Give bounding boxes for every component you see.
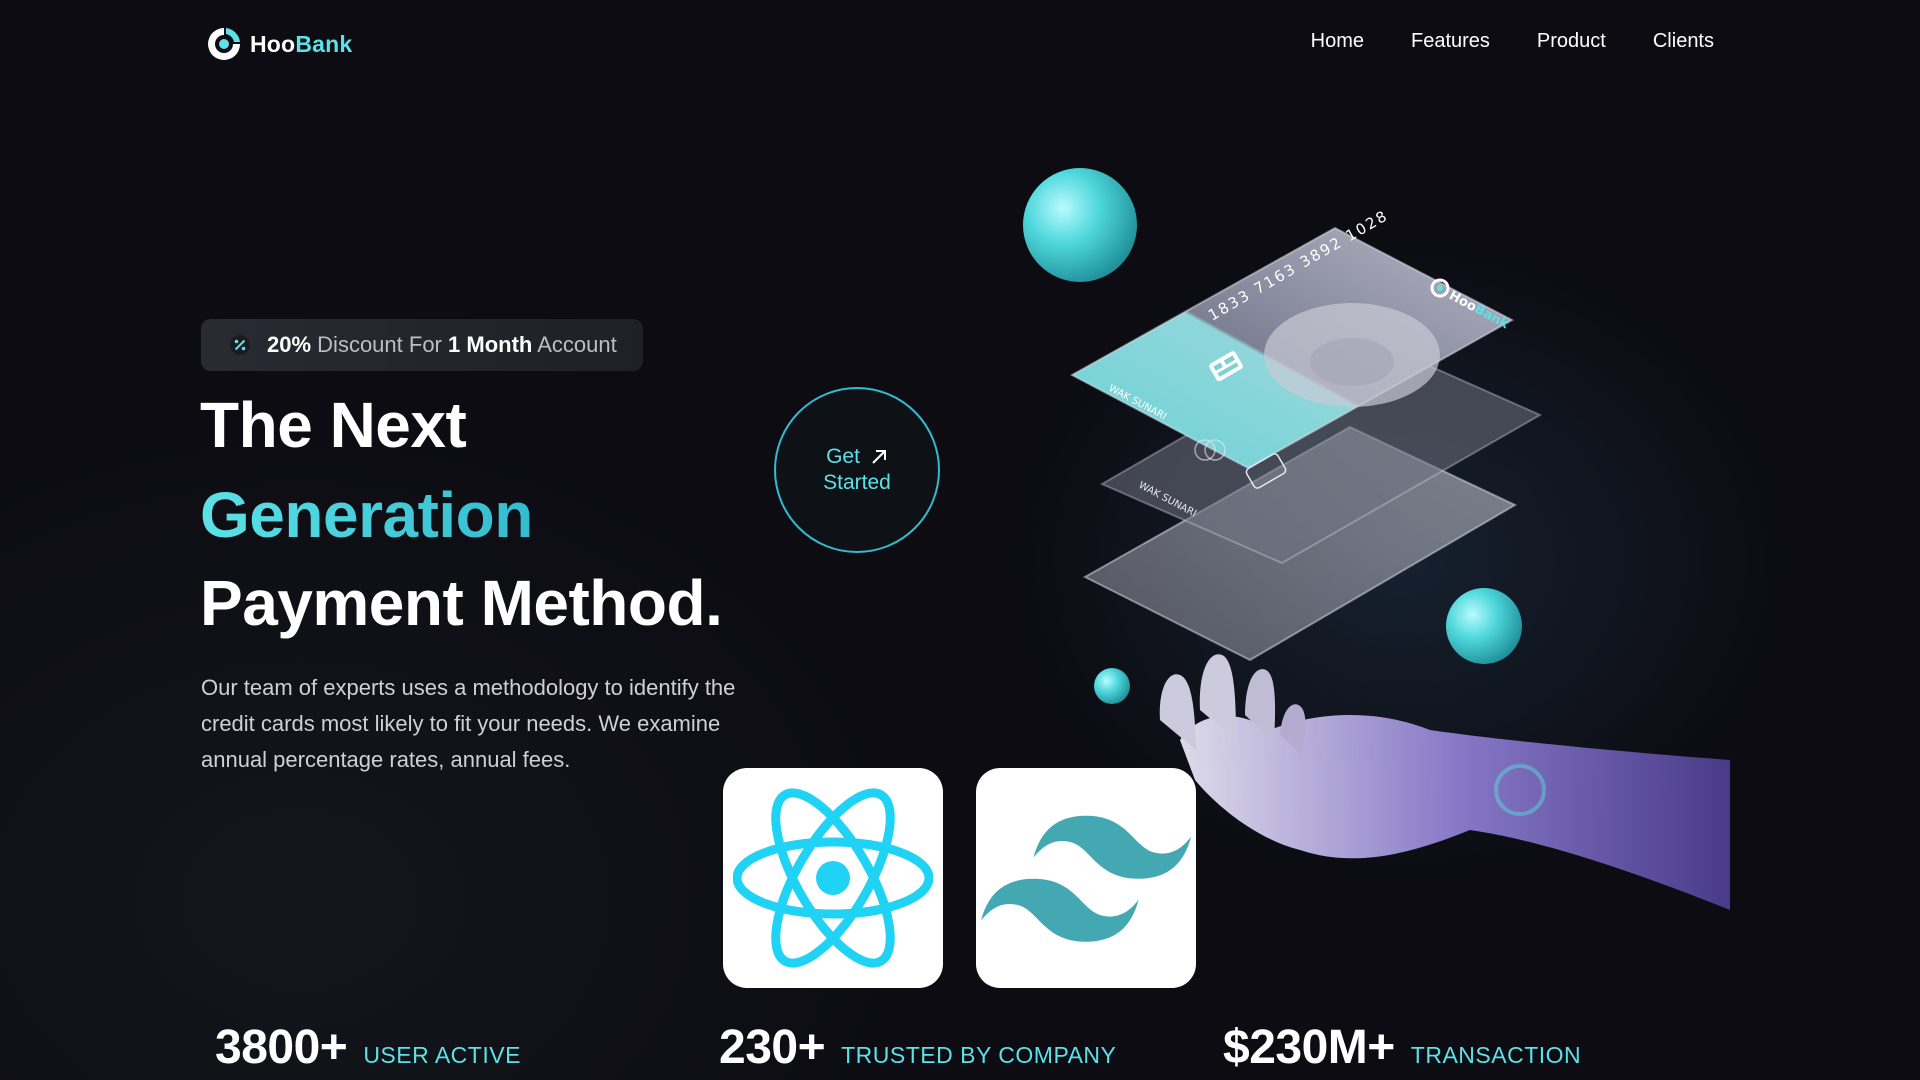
- hoobank-logo-icon: [208, 28, 240, 60]
- stat-value: $230M+: [1223, 1021, 1395, 1074]
- get-started-label-2: Started: [823, 471, 891, 494]
- stat-trusted-company: 230+ TRUSTED BY COMPANY: [719, 1020, 1116, 1075]
- stat-transaction: $230M+ TRANSACTION: [1223, 1020, 1581, 1075]
- react-icon: [733, 788, 933, 968]
- discount-icon: [227, 332, 253, 358]
- hero-description: Our team of experts uses a methodology t…: [201, 675, 736, 772]
- arrow-up-right-icon: [872, 450, 886, 464]
- stat-value: 230+: [719, 1021, 826, 1074]
- landing-page: HooBank Home Features Product Clients 20…: [0, 0, 1920, 1080]
- stat-label: USER ACTIVE: [363, 1042, 521, 1068]
- nav-product[interactable]: Product: [1537, 30, 1606, 53]
- brand-name: HooBank: [250, 30, 353, 57]
- nav-home[interactable]: Home: [1311, 30, 1364, 53]
- react-logo-tile: [723, 768, 943, 988]
- stat-label: TRUSTED BY COMPANY: [841, 1042, 1117, 1068]
- headline-line-3: Payment Method.: [200, 567, 723, 639]
- get-started-button[interactable]: Get Started: [774, 387, 940, 553]
- get-started-label-1: Get: [826, 445, 860, 468]
- tailwind-logo-tile: [976, 768, 1196, 988]
- nav-features[interactable]: Features: [1411, 30, 1490, 53]
- stat-label: TRANSACTION: [1410, 1042, 1582, 1068]
- robot-hand: [1159, 654, 1730, 910]
- main-nav: Home Features Product Clients: [1311, 30, 1714, 53]
- nav-clients[interactable]: Clients: [1653, 30, 1714, 53]
- sphere-medium: [1446, 588, 1522, 664]
- brand-logo[interactable]: HooBank: [204, 24, 352, 64]
- headline-line-1: The Next: [200, 389, 467, 461]
- sphere-small: [1094, 668, 1130, 704]
- headline-line-2: Generation: [200, 479, 533, 551]
- discount-text: 20% Discount For 1 Month Account: [267, 332, 617, 357]
- stat-user-active: 3800+ USER ACTIVE: [215, 1020, 521, 1075]
- tailwind-icon: [981, 815, 1191, 942]
- stat-value: 3800+: [215, 1021, 348, 1074]
- discount-badge: 20% Discount For 1 Month Account: [201, 319, 643, 371]
- sphere-large: [1023, 168, 1137, 282]
